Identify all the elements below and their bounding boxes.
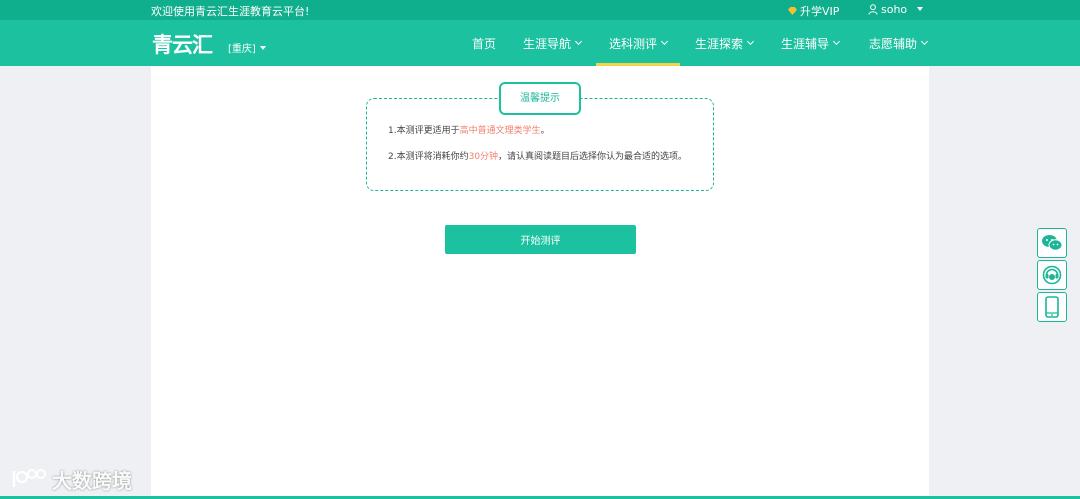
wechat-button[interactable] — [1037, 228, 1067, 258]
tip-text: 2.本测评将消耗你约 — [388, 152, 469, 162]
nav-application-assist[interactable]: 志愿辅助 — [869, 34, 929, 52]
tip-text: 。 — [540, 126, 550, 136]
diamond-icon — [788, 7, 797, 15]
nav-label: 生涯探索 — [695, 36, 744, 51]
chevron-down-icon — [832, 37, 841, 46]
wechat-icon — [1042, 235, 1063, 251]
main-navbar: 青云汇 [重庆] 首页 生涯导航 选科测评 生涯探索 生涯辅导 志愿辅助 — [0, 20, 1080, 66]
start-assessment-button[interactable]: 开始测评 — [445, 225, 636, 254]
tip-text: 1.本测评更适用于 — [388, 126, 460, 136]
tip-text: ，请认真阅读题目后选择你认为最合适的选项。 — [498, 152, 688, 162]
watermark: 大数跨境 — [8, 465, 132, 494]
top-strip: 欢迎使用青云汇生涯教育云平台! 升学VIP soho — [0, 0, 1080, 20]
user-dropdown-icon[interactable] — [917, 7, 923, 11]
vip-link[interactable]: 升学VIP — [788, 3, 839, 19]
nav-label: 选科测评 — [609, 36, 658, 51]
nav-career-exploration[interactable]: 生涯探索 — [695, 34, 755, 52]
nav-subject-assessment[interactable]: 选科测评 — [609, 34, 669, 52]
city-label: [重庆] — [228, 44, 256, 55]
headset-icon — [1042, 265, 1062, 285]
chevron-down-icon — [746, 37, 755, 46]
tip-line-2: 2.本测评将消耗你约30分钟，请认真阅读题目后选择你认为最合适的选项。 — [388, 149, 687, 162]
watermark-text: 大数跨境 — [52, 469, 132, 493]
nav-label: 首页 — [472, 36, 497, 51]
watermark-logo-icon — [12, 468, 46, 487]
user-menu[interactable]: soho — [868, 3, 907, 16]
city-selector[interactable]: [重庆] — [228, 40, 266, 55]
vip-label: 升学VIP — [800, 5, 840, 18]
phone-icon — [1045, 296, 1059, 318]
main-panel: 温馨提示 1.本测评更适用于高中普通文理类学生。 2.本测评将消耗你约30分钟，… — [151, 66, 929, 499]
tips-title: 温馨提示 — [499, 82, 581, 115]
tip-highlight: 30分钟 — [468, 152, 499, 162]
customer-service-button[interactable] — [1037, 260, 1067, 290]
chevron-down-icon — [920, 37, 929, 46]
tip-highlight: 高中普通文理类学生 — [459, 126, 541, 136]
nav-home[interactable]: 首页 — [472, 34, 496, 52]
nav-label: 生涯辅导 — [781, 36, 830, 51]
mobile-app-button[interactable] — [1037, 292, 1067, 322]
user-icon — [868, 4, 878, 15]
logo[interactable]: 青云汇 — [152, 29, 213, 59]
tip-line-1: 1.本测评更适用于高中普通文理类学生。 — [388, 123, 550, 136]
nav-label: 生涯导航 — [523, 36, 572, 51]
nav-career-navigation[interactable]: 生涯导航 — [523, 34, 583, 52]
chevron-down-icon — [660, 37, 669, 46]
welcome-text: 欢迎使用青云汇生涯教育云平台! — [151, 5, 310, 18]
nav-career-counseling[interactable]: 生涯辅导 — [781, 34, 841, 52]
nav-label: 志愿辅助 — [869, 36, 918, 51]
username: soho — [881, 3, 908, 16]
caret-down-icon — [259, 45, 266, 50]
chevron-down-icon — [574, 37, 583, 46]
